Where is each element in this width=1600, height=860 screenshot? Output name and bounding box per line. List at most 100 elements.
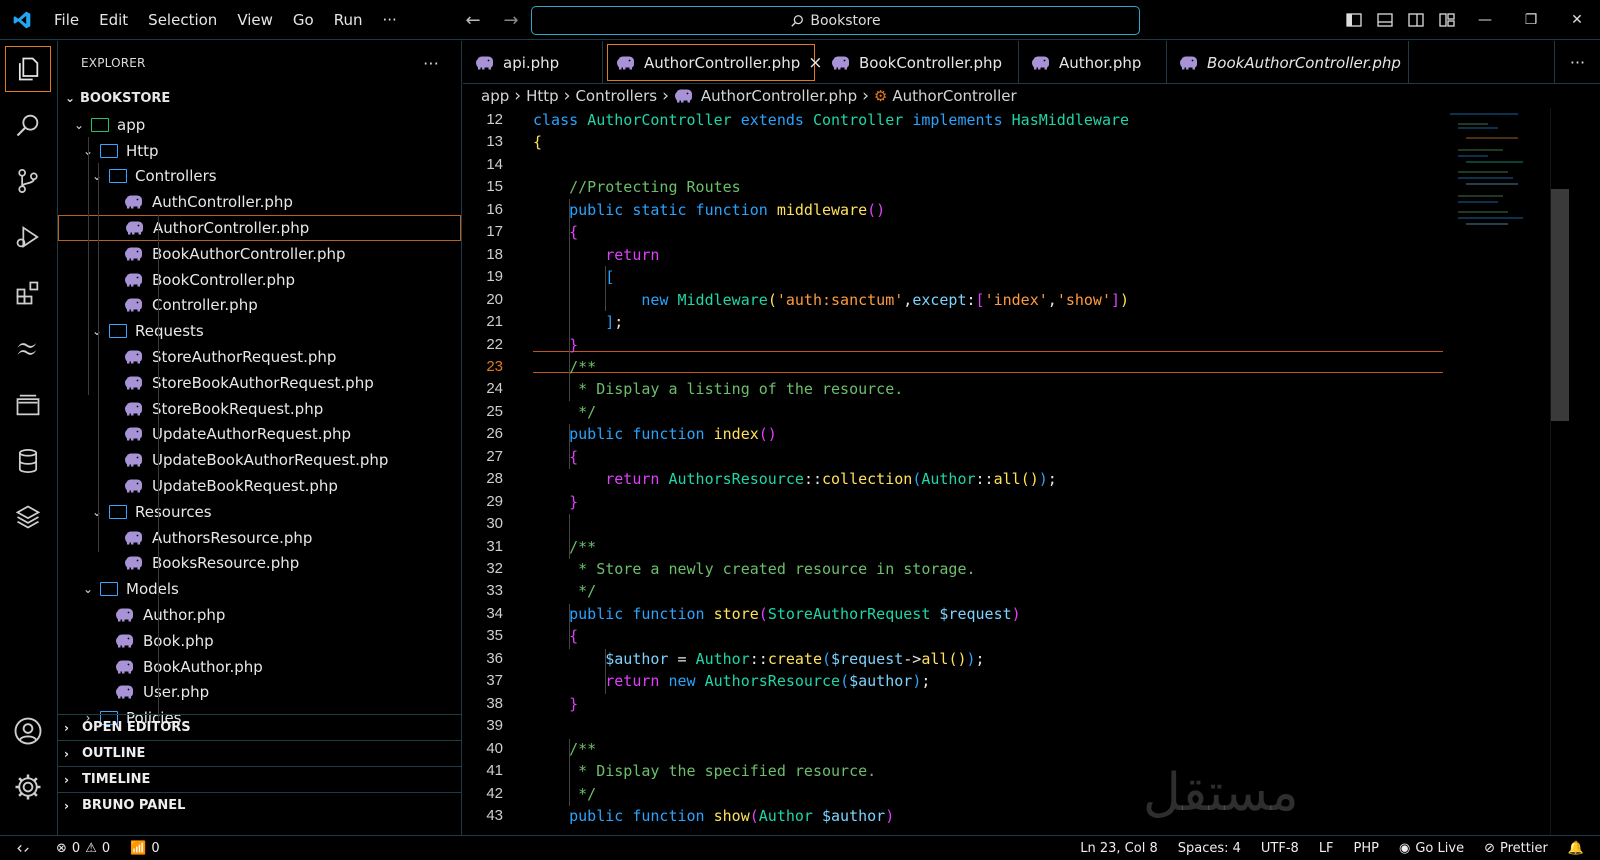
menu-file[interactable]: File <box>44 0 89 40</box>
code-token: [ <box>533 268 615 287</box>
tab-author-php[interactable]: Author.php <box>1019 41 1167 84</box>
toggle-secondary-sidebar-icon[interactable] <box>1400 0 1431 40</box>
forward-arrow-icon[interactable]: → <box>492 10 530 31</box>
code-token: ( <box>822 649 832 668</box>
tailwind-icon[interactable] <box>5 326 51 372</box>
tree-file-item[interactable]: BookController.php <box>58 267 461 293</box>
folder-icon <box>100 143 118 158</box>
tree-file-item[interactable]: AuthorsResource.php <box>58 525 461 551</box>
run-debug-icon[interactable] <box>5 214 51 260</box>
code-line: * Display the specified resource. <box>533 762 876 780</box>
toggle-sidebar-icon[interactable] <box>1338 0 1369 40</box>
command-center-search[interactable]: Bookstore <box>531 6 1140 35</box>
tree-file-item[interactable]: User.php <box>58 679 461 705</box>
app-folder-icon <box>91 117 109 132</box>
breadcrumb-item[interactable]: app <box>481 87 509 105</box>
remote-indicator[interactable] <box>0 841 46 855</box>
tree-file-item[interactable]: StoreBookAuthorRequest.php <box>58 370 461 396</box>
customize-layout-icon[interactable] <box>1431 0 1462 40</box>
breadcrumb-item[interactable]: AuthorController <box>892 87 1016 105</box>
section-timeline[interactable]: › TIMELINE <box>58 766 461 792</box>
tree-file-item[interactable]: BookAuthorController.php <box>58 241 461 267</box>
code-token: */ <box>533 784 597 803</box>
database-icon[interactable] <box>5 438 51 484</box>
settings-gear-icon[interactable] <box>5 764 51 810</box>
code-token: :: <box>803 470 822 489</box>
tree-folder-item[interactable]: ⌄ Resources <box>58 499 461 525</box>
ports-indicator[interactable]: 📶 0 <box>120 841 169 856</box>
problems-indicator[interactable]: ⊗ 0 ⚠ 0 <box>46 841 120 856</box>
tab-more-actions[interactable]: ··· <box>1554 41 1600 84</box>
layers-icon[interactable] <box>5 494 51 540</box>
tree-file-item[interactable]: AuthController.php <box>58 189 461 215</box>
tree-file-item[interactable]: StoreAuthorRequest.php <box>58 344 461 370</box>
indent-guide <box>569 604 570 649</box>
search-icon[interactable] <box>5 102 51 148</box>
section-open-editors[interactable]: › OPEN EDITORS <box>58 714 461 740</box>
breadcrumb-item[interactable]: Controllers <box>575 87 657 105</box>
tree-file-item[interactable]: AuthorController.php <box>58 215 461 241</box>
menu-go[interactable]: Go <box>283 0 324 40</box>
tree-folder-item[interactable]: ⌄ Controllers <box>58 163 461 189</box>
tree-file-item[interactable]: BookAuthor.php <box>58 654 461 680</box>
vertical-scrollbar[interactable] <box>1551 189 1569 421</box>
explorer-more-actions[interactable]: ··· <box>423 54 439 73</box>
tab-bookcontroller-php[interactable]: BookController.php <box>819 41 1019 84</box>
close-icon[interactable]: ✕ <box>1554 0 1600 40</box>
remote-explorer-icon[interactable] <box>5 382 51 428</box>
menu-more[interactable]: ··· <box>373 0 407 40</box>
workspace-root[interactable]: ⌄ BOOKSTORE <box>58 85 461 111</box>
tree-file-item[interactable]: StoreBookRequest.php <box>58 396 461 422</box>
tree-file-item[interactable]: Controller.php <box>58 292 461 318</box>
end-of-line[interactable]: LF <box>1309 841 1344 856</box>
tree-file-item[interactable]: Book.php <box>58 628 461 654</box>
code-token: ; <box>1047 470 1057 489</box>
php-file-icon <box>124 427 144 441</box>
code-token: /** <box>533 739 597 758</box>
tree-folder-item[interactable]: ⌄ Models <box>58 576 461 602</box>
tab-bookauthorcontroller-php[interactable]: BookAuthorController.php <box>1167 41 1409 84</box>
tree-file-item[interactable]: BooksResource.php <box>58 550 461 576</box>
tree-folder-item[interactable]: ⌄ Requests <box>58 318 461 344</box>
menu-edit[interactable]: Edit <box>89 0 138 40</box>
toggle-panel-icon[interactable] <box>1369 0 1400 40</box>
indent-guide <box>569 199 570 402</box>
back-arrow-icon[interactable]: ← <box>454 10 492 31</box>
minimap[interactable] <box>1448 108 1548 238</box>
tree-file-item[interactable]: UpdateAuthorRequest.php <box>58 421 461 447</box>
go-live-button[interactable]: ◉ Go Live <box>1389 841 1474 856</box>
code-token: */ <box>533 402 597 421</box>
account-icon[interactable] <box>5 708 51 754</box>
tree-folder-item[interactable]: ⌄Http <box>58 138 461 164</box>
code-token: * Display a listing of the resource. <box>533 380 904 399</box>
php-file-icon <box>124 453 144 467</box>
tree-folder-item[interactable]: ⌄ app <box>58 112 461 138</box>
folder-icon <box>100 582 118 597</box>
section-outline[interactable]: › OUTLINE <box>58 740 461 766</box>
indentation[interactable]: Spaces: 4 <box>1168 841 1251 856</box>
bell-icon[interactable]: 🔔 <box>1558 841 1594 856</box>
breadcrumb-item[interactable]: Http <box>526 87 559 105</box>
prettier-button[interactable]: ⊘ Prettier <box>1474 841 1558 856</box>
extensions-icon[interactable] <box>5 270 51 316</box>
menu-run[interactable]: Run <box>324 0 373 40</box>
breadcrumb-item[interactable]: AuthorController.php <box>701 87 857 105</box>
menu-view[interactable]: View <box>227 0 283 40</box>
tree-file-item[interactable]: UpdateBookAuthorRequest.php <box>58 447 461 473</box>
menu-selection[interactable]: Selection <box>138 0 227 40</box>
tab-api-php[interactable]: api.php <box>463 41 603 84</box>
tab-authorcontroller-php[interactable]: AuthorController.php × <box>607 44 822 81</box>
code-token: ) <box>885 806 895 825</box>
source-control-icon[interactable] <box>5 158 51 204</box>
language-mode[interactable]: PHP <box>1344 841 1389 856</box>
restore-icon[interactable]: ❐ <box>1508 0 1554 40</box>
explorer-icon[interactable] <box>5 46 51 92</box>
code-editor[interactable]: 12 class AuthorController extends Control… <box>463 108 1563 835</box>
cursor-position[interactable]: Ln 23, Col 8 <box>1070 841 1167 856</box>
tree-file-item[interactable]: UpdateBookRequest.php <box>58 473 461 499</box>
minimize-icon[interactable]: — <box>1462 0 1508 40</box>
tree-file-item[interactable]: Author.php <box>58 602 461 628</box>
section-bruno-panel[interactable]: › BRUNO PANEL <box>58 792 461 818</box>
line-number: 26 <box>486 425 503 443</box>
encoding[interactable]: UTF-8 <box>1251 841 1309 856</box>
